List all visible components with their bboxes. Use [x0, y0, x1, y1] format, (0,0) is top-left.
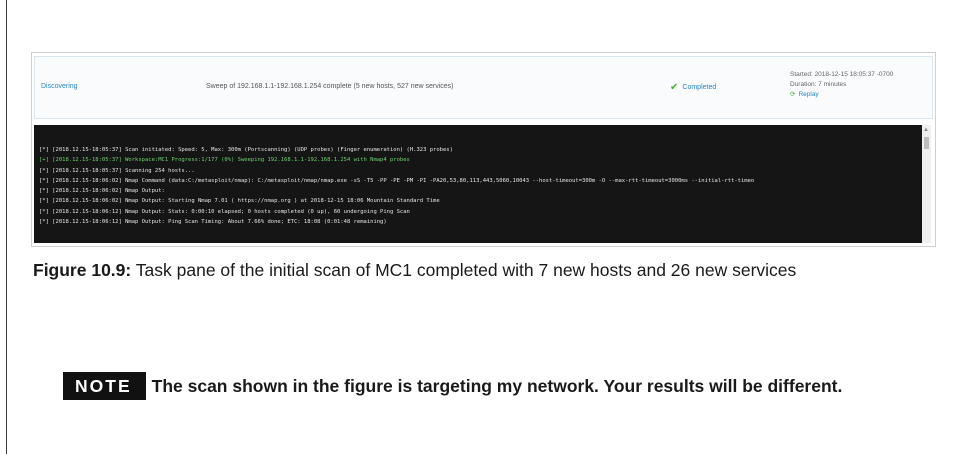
task-row: Discovering Sweep of 192.168.1.1-192.168…: [34, 56, 933, 119]
figure-caption: Figure 10.9: Task pane of the initial sc…: [33, 258, 933, 283]
note-text: The scan shown in the figure is targetin…: [151, 376, 843, 396]
console-line: [*] [2018.12.15-18:06:12] Nmap Output: S…: [39, 208, 410, 215]
console-log: [*] [2018.12.15-18:05:37] Scan initiated…: [39, 145, 754, 227]
note-box: NOTE The scan shown in the figure is targ…: [63, 372, 923, 400]
console-line: [*] [2018.12.15-18:06:02] Nmap Command (…: [39, 177, 755, 184]
figure-caption-text: Task pane of the initial scan of MC1 com…: [131, 260, 797, 280]
completed-status: ✔ Completed: [670, 82, 716, 93]
replay-button[interactable]: ⟳ Replay: [790, 90, 893, 100]
task-started: Started: 2018-12-15 18:05:37 -0700: [790, 71, 894, 78]
figure-screenshot: Discovering Sweep of 192.168.1.1-192.168…: [31, 52, 936, 247]
scroll-up-icon[interactable]: ▲: [923, 127, 929, 133]
console-line: [*] [2018.12.15-18:05:37] Scanning 254 h…: [39, 167, 195, 174]
console-line: [*] [2018.12.15-18:06:12] Nmap Output: P…: [39, 219, 387, 226]
completed-label: Completed: [682, 84, 717, 91]
replay-icon: ⟳: [790, 91, 796, 98]
task-meta: Started: 2018-12-15 18:05:37 -0700 Durat…: [790, 70, 893, 100]
console-line: [*] [2018.12.15-18:06:02] Nmap Output: S…: [39, 198, 440, 205]
console-output: [*] [2018.12.15-18:05:37] Scan initiated…: [34, 125, 931, 243]
figure-label: Figure 10.9:: [33, 260, 132, 280]
console-scrollbar[interactable]: ▲: [922, 125, 931, 243]
task-duration: Duration: 7 minutes: [790, 81, 847, 88]
console-line: [+] [2018.12.15-18:05:37] Workspace:MC1 …: [39, 157, 410, 164]
scrollbar-thumb[interactable]: [924, 137, 929, 149]
console-line: [*] [2018.12.15-18:06:02] Nmap Output:: [39, 188, 165, 195]
page-margin-rule: [6, 0, 7, 454]
console-line: [*] [2018.12.15-18:05:37] Scan initiated…: [39, 147, 453, 153]
task-description: Sweep of 192.168.1.1-192.168.1.254 compl…: [206, 83, 454, 90]
note-tag: NOTE: [63, 372, 146, 400]
replay-label: Replay: [798, 91, 819, 98]
task-status-link[interactable]: Discovering: [41, 83, 78, 90]
checkmark-icon: ✔: [670, 82, 679, 93]
